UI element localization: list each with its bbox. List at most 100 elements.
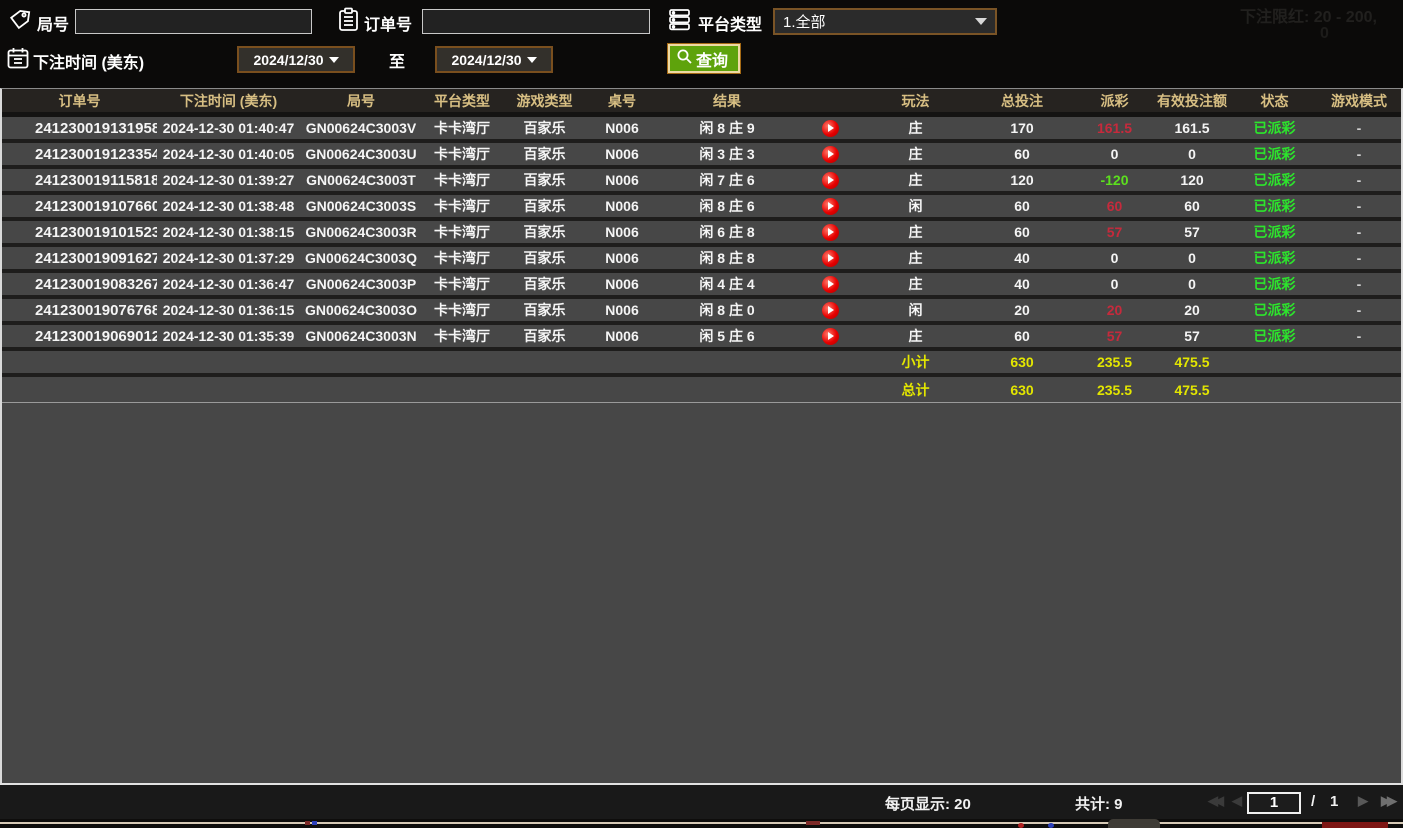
col-order-id: 订单号 — [2, 89, 157, 117]
subtotal-row-total-bet: 630 — [967, 351, 1077, 377]
play-circle-icon[interactable] — [822, 302, 839, 319]
cell-payout: 60 — [1077, 195, 1152, 221]
total-row-total-bet: 630 — [967, 377, 1077, 403]
cell-payout: -120 — [1077, 169, 1152, 195]
cell-play-side: 庄 — [864, 273, 967, 299]
cell-table-no: N006 — [587, 273, 657, 299]
cell-game-mode: - — [1317, 299, 1401, 325]
cell-result: 闲 4 庄 4 — [657, 273, 797, 299]
last-page-button[interactable]: ▶▶ — [1381, 793, 1393, 809]
cell-bet-time: 2024-12-30 01:40:47 — [157, 117, 300, 143]
cell-result: 闲 6 庄 8 — [657, 221, 797, 247]
total-row-label: 总计 — [864, 377, 967, 403]
cell-empty — [2, 351, 864, 377]
cell-valid-bet: 120 — [1152, 169, 1232, 195]
cell-status: 已派彩 — [1232, 273, 1317, 299]
clipboard-icon — [337, 7, 360, 37]
prev-page-button[interactable]: ◀ — [1232, 793, 1238, 809]
table-row: 2412300191015232024-12-30 01:38:15GN0062… — [2, 221, 1401, 247]
cell-valid-bet: 0 — [1152, 273, 1232, 299]
play-circle-icon[interactable] — [822, 328, 839, 345]
order-no-input[interactable] — [422, 9, 650, 34]
play-circle-icon[interactable] — [822, 120, 839, 137]
first-page-button[interactable]: ◀◀ — [1208, 793, 1220, 809]
peek-fragment — [1048, 823, 1054, 828]
play-circle-icon[interactable] — [822, 146, 839, 163]
cell-play-video — [797, 299, 864, 325]
peek-fragment — [312, 821, 317, 825]
cell-bet-time: 2024-12-30 01:40:05 — [157, 143, 300, 169]
date-from-picker[interactable]: 2024/12/30 — [237, 46, 355, 73]
cell-payout: 0 — [1077, 247, 1152, 273]
platform-type-value: 1.全部 — [783, 11, 826, 32]
calendar-icon — [6, 46, 30, 75]
cell-order-id: 241230019083267 — [2, 273, 157, 299]
cell-play-video — [797, 117, 864, 143]
cell-game-id: GN00624C3003V — [300, 117, 422, 143]
game-no-input[interactable] — [75, 9, 312, 34]
play-circle-icon[interactable] — [822, 198, 839, 215]
cell-play-side: 庄 — [864, 325, 967, 351]
page-number-input[interactable]: 1 — [1247, 792, 1301, 814]
cell-total-bet: 40 — [967, 273, 1077, 299]
table-row: 2412300190832672024-12-30 01:36:47GN0062… — [2, 273, 1401, 299]
col-play-video — [797, 89, 864, 117]
cell-play-side: 庄 — [864, 247, 967, 273]
cell-platform: 卡卡湾厅 — [422, 117, 502, 143]
query-button[interactable]: 查询 — [668, 44, 740, 73]
table-empty-area — [2, 403, 1401, 783]
total-pages-label: 1 — [1330, 793, 1338, 810]
cell-payout: 57 — [1077, 325, 1152, 351]
order-no-label: 订单号 — [364, 11, 412, 35]
cell-platform: 卡卡湾厅 — [422, 325, 502, 351]
cell-game-mode: - — [1317, 117, 1401, 143]
cell-game-type: 百家乐 — [502, 325, 587, 351]
bleed-text-bet-limit: 下注限红: 20 - 200, — [1240, 3, 1377, 27]
cell-game-mode: - — [1317, 221, 1401, 247]
cell-platform: 卡卡湾厅 — [422, 221, 502, 247]
cell-total-bet: 40 — [967, 247, 1077, 273]
cell-result: 闲 8 庄 6 — [657, 195, 797, 221]
cell-order-id: 241230019101523 — [2, 221, 157, 247]
cell-total-bet: 60 — [967, 143, 1077, 169]
cell-valid-bet: 57 — [1152, 221, 1232, 247]
server-stack-icon — [667, 7, 692, 37]
cell-platform: 卡卡湾厅 — [422, 169, 502, 195]
cell-platform: 卡卡湾厅 — [422, 143, 502, 169]
play-circle-icon[interactable] — [822, 276, 839, 293]
col-total-bet: 总投注 — [967, 89, 1077, 117]
cell-status: 已派彩 — [1232, 325, 1317, 351]
col-game-mode: 游戏模式 — [1317, 89, 1401, 117]
bet-time-label: 下注时间 (美东) — [33, 49, 144, 73]
platform-type-select[interactable]: 1.全部 — [773, 8, 997, 35]
play-circle-icon[interactable] — [822, 224, 839, 241]
per-page-label: 每页显示: 20 — [885, 793, 971, 814]
cell-order-id: 241230019091627 — [2, 247, 157, 273]
cell-status: 已派彩 — [1232, 195, 1317, 221]
cell-payout: 0 — [1077, 143, 1152, 169]
cell-play-video — [797, 221, 864, 247]
next-page-button[interactable]: ▶ — [1358, 793, 1364, 809]
table-row: 2412300191158182024-12-30 01:39:27GN0062… — [2, 169, 1401, 195]
cell-valid-bet: 161.5 — [1152, 117, 1232, 143]
cell-game-mode: - — [1317, 273, 1401, 299]
cell-total-bet: 60 — [967, 195, 1077, 221]
cell-play-side: 庄 — [864, 169, 967, 195]
cell-order-id: 241230019131958 — [2, 117, 157, 143]
pagination-bar: 每页显示: 20 共计: 9 ◀◀ ◀ 1 / 1 ▶ ▶▶ — [0, 783, 1403, 819]
chevron-down-icon — [527, 57, 537, 63]
cell-total-bet: 120 — [967, 169, 1077, 195]
cell-game-id: GN00624C3003O — [300, 299, 422, 325]
col-valid-bet: 有效投注额 — [1152, 89, 1232, 117]
cell-valid-bet: 0 — [1152, 143, 1232, 169]
play-circle-icon[interactable] — [822, 172, 839, 189]
cell-bet-time: 2024-12-30 01:36:47 — [157, 273, 300, 299]
underlying-window-edge — [0, 822, 1403, 824]
cell-result: 闲 5 庄 6 — [657, 325, 797, 351]
cell-total-bet: 60 — [967, 221, 1077, 247]
chevron-down-icon — [975, 18, 987, 25]
cell-table-no: N006 — [587, 195, 657, 221]
play-circle-icon[interactable] — [822, 250, 839, 267]
cell-valid-bet: 0 — [1152, 247, 1232, 273]
date-to-picker[interactable]: 2024/12/30 — [435, 46, 553, 73]
